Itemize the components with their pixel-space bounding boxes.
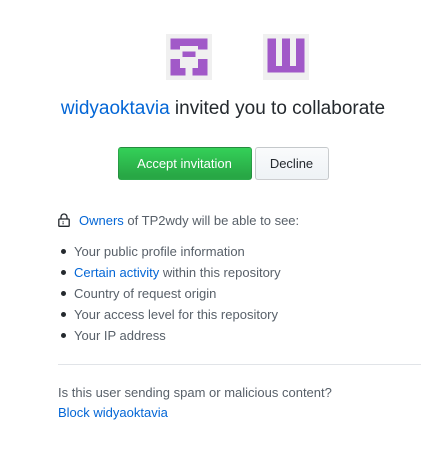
invitee-avatar[interactable] xyxy=(263,34,309,80)
list-item-text: Your IP address xyxy=(74,328,166,343)
bullet-icon xyxy=(61,333,66,338)
list-item-text: Your public profile information xyxy=(74,244,245,259)
list-item: Country of request origin xyxy=(60,285,281,306)
lock-icon xyxy=(58,213,70,227)
bullet-icon xyxy=(61,249,66,254)
bullet-icon xyxy=(61,291,66,296)
list-item-text: within this repository xyxy=(159,265,281,280)
list-item: Your IP address xyxy=(60,327,281,348)
identicon-image xyxy=(166,34,212,80)
inviter-link[interactable]: widyaoktavia xyxy=(61,98,170,119)
accept-invitation-button[interactable]: Accept invitation xyxy=(117,147,252,180)
owners-text: of TP2wdy will be able to see: xyxy=(123,213,300,228)
invitation-page: widyaoktavia invited you to collaborate … xyxy=(0,0,446,463)
decline-button[interactable]: Decline xyxy=(254,147,329,180)
invitation-headline: widyaoktavia invited you to collaborate xyxy=(0,96,446,122)
headline-text: invited you to collaborate xyxy=(169,98,386,119)
divider xyxy=(58,364,421,365)
owners-link[interactable]: Owners xyxy=(79,213,124,228)
spam-question: Is this user sending spam or malicious c… xyxy=(58,385,332,400)
list-item: Your access level for this repository xyxy=(60,306,281,327)
owners-notice: Owners of TP2wdy will be able to see: xyxy=(58,212,299,230)
list-item-text: Country of request origin xyxy=(74,286,217,301)
certain-activity-link[interactable]: Certain activity xyxy=(74,265,159,280)
block-user-link[interactable]: Block widyaoktavia xyxy=(58,404,168,422)
bullet-icon xyxy=(61,270,66,275)
list-item-text: Your access level for this repository xyxy=(74,307,279,322)
list-item: Certain activity within this repository xyxy=(60,264,281,285)
avatars-row xyxy=(0,34,446,82)
bullet-icon xyxy=(61,312,66,317)
identicon-image xyxy=(263,34,309,80)
permissions-list: Your public profile information Certain … xyxy=(60,243,281,348)
invitation-actions: Accept invitation Decline xyxy=(0,147,446,180)
list-item: Your public profile information xyxy=(60,243,281,264)
inviter-avatar[interactable] xyxy=(166,34,212,80)
